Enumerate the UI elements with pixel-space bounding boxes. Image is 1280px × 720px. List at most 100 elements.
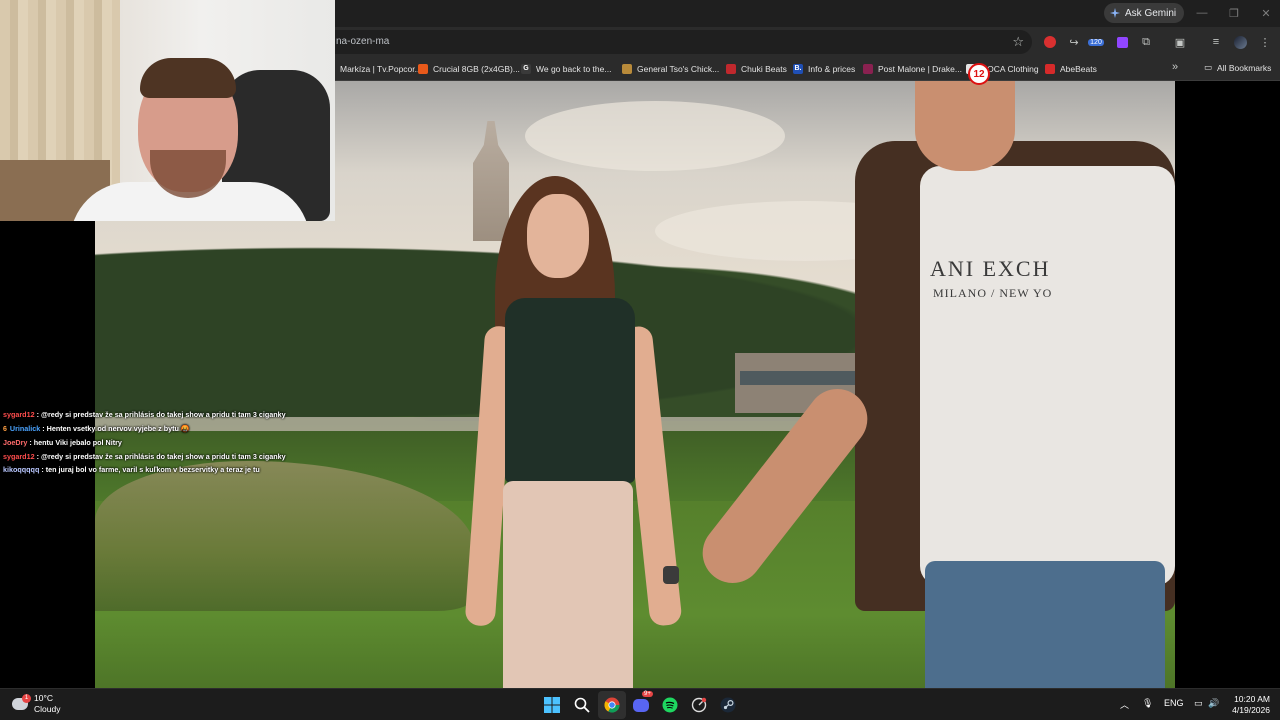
man-shirt	[920, 166, 1175, 586]
bookmark-favicon	[622, 64, 632, 74]
ask-gemini-label: Ask Gemini	[1125, 7, 1177, 19]
woman-watch	[663, 566, 679, 584]
extension-twitch-icon[interactable]	[1114, 34, 1130, 50]
chat-text: : @redy si predstav že sa prihlásis do t…	[34, 410, 286, 419]
network-icon[interactable]: ▭	[1194, 698, 1203, 709]
media-control-icon[interactable]: ≡	[1208, 34, 1224, 50]
volume-icon[interactable]: 🔊	[1208, 698, 1219, 709]
windows-taskbar: 1 10°C Cloudy 9+ ︿ 🎙 ENG ▭ 🔊 10:20 AM 4/…	[0, 688, 1280, 720]
chat-text: : ten juraj bol vo farme, varil s kuľkom…	[39, 465, 260, 474]
spotify-icon[interactable]	[659, 694, 681, 716]
bookmark-8[interactable]: AbeBeats	[1045, 62, 1097, 76]
close-icon[interactable]: ✕	[1252, 4, 1280, 22]
chat-username: Urinalick	[9, 423, 41, 433]
chat-message: sygard12 : @redy si predstav že sa prihl…	[3, 408, 303, 422]
discord-badge: 9+	[642, 691, 653, 697]
tray-overflow-chevron-icon[interactable]: ︿	[1120, 698, 1129, 711]
address-bar[interactable]: na-ozen-ma ☆	[320, 30, 1032, 54]
chat-badge: 6	[3, 425, 7, 433]
restore-icon[interactable]: ❐	[1220, 4, 1248, 22]
bookmark-favicon	[1045, 64, 1055, 74]
bookmark-2[interactable]: G We go back to the...	[521, 62, 611, 76]
man-shirt-print: ANI EXCH	[930, 256, 1051, 281]
chat-username: sygard12	[3, 410, 35, 419]
google-favicon: G	[521, 64, 531, 74]
clock-date: 4/19/2026	[1232, 705, 1270, 715]
bookmark-4[interactable]: Chuki Beats	[726, 62, 787, 76]
extensions-puzzle-icon[interactable]: ⧉	[1138, 34, 1154, 50]
webcam-overlay	[0, 0, 335, 221]
chat-message: 6 Urinalick : Henten vsetky od nervov vyj…	[3, 422, 303, 437]
weather-widget[interactable]: 1 10°C Cloudy	[12, 693, 60, 715]
video-man: ANI EXCH MILANO / NEW YO	[690, 81, 1175, 688]
extension-red-icon[interactable]	[1042, 34, 1058, 50]
cloud-icon: 1	[12, 694, 31, 710]
man-jeans	[925, 561, 1165, 688]
bookmark-label: General Tso's Chick...	[637, 64, 720, 74]
weather-temperature: 10°C	[34, 693, 53, 703]
browser-menu-icon[interactable]: ⋮	[1257, 34, 1273, 50]
chat-text: : Henten vsetky od nervov vyjebe z bytu …	[40, 423, 190, 433]
bookmark-label: We go back to the...	[536, 64, 612, 74]
man-shirt-print-line2: MILANO / NEW YO	[933, 286, 1053, 300]
bookmark-label: Chuki Beats	[741, 64, 787, 74]
streamer-hair	[140, 58, 236, 98]
video-tall-grass	[95, 461, 475, 611]
input-language[interactable]: ENG	[1164, 698, 1184, 708]
extension-arrow-icon[interactable]: ↪	[1066, 34, 1082, 50]
chat-message: sygard12 : @redy si predstav že sa prihl…	[3, 450, 303, 464]
search-icon[interactable]	[571, 694, 593, 716]
windows-start-icon[interactable]	[541, 694, 563, 716]
bookmark-favicon: B.	[793, 64, 803, 74]
bookmark-star-icon[interactable]: ☆	[1012, 34, 1024, 50]
bookmark-favicon	[863, 64, 873, 74]
weather-description: Cloudy	[34, 704, 61, 714]
address-text: na-ozen-ma	[336, 36, 390, 47]
woman-pants	[503, 481, 633, 688]
video-woman	[464, 176, 705, 688]
woman-face	[527, 194, 589, 278]
bookmarks-overflow-icon[interactable]: »	[1172, 61, 1178, 73]
channel-logo: 12	[968, 63, 990, 85]
bookmark-3[interactable]: General Tso's Chick...	[622, 62, 719, 76]
bookmark-label: Markíza | Tv.Popcor...	[340, 64, 422, 74]
bookmark-label: Crucial 8GB (2x4GB)...	[433, 64, 520, 74]
steam-icon[interactable]	[717, 694, 739, 716]
chrome-icon[interactable]	[601, 694, 623, 716]
chat-username: kikoqqqqq	[3, 465, 40, 474]
chat-text: : hentu Viki jebalo pol Nitry	[27, 438, 122, 447]
profile-avatar-icon[interactable]	[1232, 34, 1248, 50]
bookmark-label: Post Malone | Drake...	[878, 64, 962, 74]
discord-icon[interactable]: 9+	[630, 691, 653, 716]
ask-gemini-button[interactable]: Ask Gemini	[1104, 3, 1185, 23]
bookmark-5[interactable]: B. Info & prices	[793, 62, 855, 76]
bookmark-0[interactable]: Markíza | Tv.Popcor...	[325, 62, 422, 76]
performance-overlay-icon[interactable]	[688, 694, 710, 716]
bookmark-label: Info & prices	[808, 64, 856, 74]
minimize-icon[interactable]: —	[1188, 4, 1216, 22]
bookmark-6[interactable]: Post Malone | Drake...	[863, 62, 962, 76]
bookmark-1[interactable]: Crucial 8GB (2x4GB)...	[418, 62, 520, 76]
extension-badge: 120	[1088, 38, 1104, 46]
system-clock[interactable]: 10:20 AM 4/19/2026	[1224, 694, 1270, 716]
chat-username: JoeDry	[3, 438, 28, 447]
man-face	[915, 81, 1015, 171]
microphone-icon[interactable]: 🎙	[1142, 698, 1153, 709]
chat-username: sygard12	[3, 451, 35, 461]
weather-notification-badge: 1	[22, 694, 31, 703]
extension-counter-icon[interactable]: 120	[1088, 34, 1104, 50]
all-bookmarks-label: All Bookmarks	[1217, 62, 1272, 73]
chat-text: : @redy si predstav že sa prihlásis do t…	[34, 451, 286, 461]
folder-icon: ▭	[1204, 62, 1213, 72]
tab-search-icon[interactable]: ▣	[1172, 34, 1188, 50]
chat-message: JoeDry : hentu Viki jebalo pol Nitry	[3, 436, 303, 450]
clock-time: 10:20 AM	[1234, 694, 1270, 704]
chat-overlay: sygard12 : @redy si predstav že sa prihl…	[3, 408, 303, 477]
all-bookmarks-button[interactable]: ▭ All Bookmarks	[1204, 62, 1271, 73]
chat-message: kikoqqqqq : ten juraj bol vo farme, vari…	[3, 463, 303, 477]
bookmark-favicon	[726, 64, 736, 74]
gemini-sparkle-icon	[1110, 8, 1120, 18]
bookmark-favicon	[418, 64, 428, 74]
bookmark-label: AbeBeats	[1060, 64, 1097, 74]
woman-top	[505, 298, 635, 483]
